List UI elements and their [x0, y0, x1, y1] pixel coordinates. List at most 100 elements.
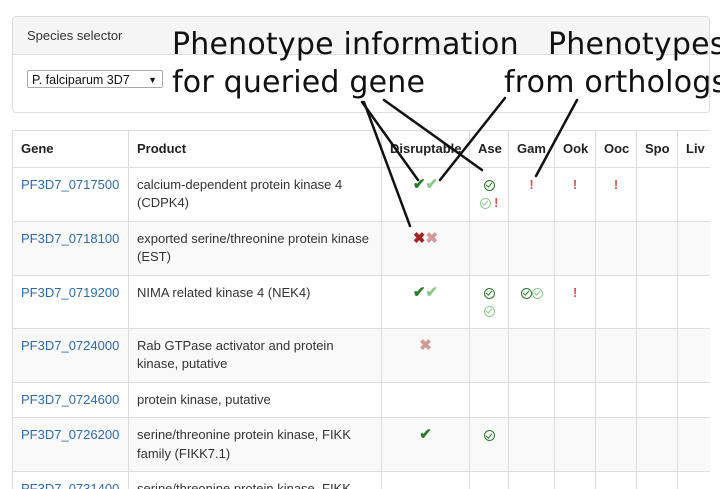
product-cell: serine/threonine protein kinase, FIKK fa…	[128, 417, 382, 472]
exclamation-icon: !	[613, 176, 619, 192]
liv-cell	[677, 417, 710, 472]
gene-cell: PF3D7_0719200	[12, 274, 129, 329]
cross-light-icon: ✖	[425, 229, 439, 247]
gam-cell	[508, 274, 555, 329]
column-header-gene[interactable]: Gene	[12, 130, 129, 168]
exclamation-icon: !	[529, 176, 534, 192]
liv-cell	[677, 274, 710, 329]
spo-cell	[636, 381, 678, 418]
product-cell: serine/threonine protein kinase, FIKK	[128, 471, 382, 489]
column-header-spo[interactable]: Spo	[636, 130, 678, 168]
table-row: PF3D7_0719200 NIMA related kinase 4 (NEK…	[12, 274, 710, 329]
column-header-ooc[interactable]: Ooc	[595, 130, 637, 168]
ook-cell	[554, 327, 596, 383]
ase-cell	[469, 381, 509, 418]
table-row: PF3D7_0731400 serine/threonine protein k…	[12, 471, 710, 489]
spo-cell	[636, 220, 678, 276]
table-row: PF3D7_0717500 calcium-dependent protein …	[12, 166, 710, 222]
annotation-left-line2: for queried gene	[172, 65, 426, 100]
gam-cell: !	[508, 166, 555, 222]
column-header-ook[interactable]: Ook	[554, 130, 596, 168]
check-light-icon: ✔	[425, 283, 439, 301]
table-row: PF3D7_0724000 Rab GTPase activator and p…	[12, 327, 710, 383]
disruptable-cell	[381, 381, 470, 418]
spo-cell	[636, 417, 678, 472]
gam-cell	[508, 220, 555, 276]
spo-cell	[636, 327, 678, 383]
ooc-cell	[595, 327, 637, 383]
disruptable-cell: ✖✖	[381, 220, 470, 276]
column-header-disruptable[interactable]: Disruptable	[381, 130, 470, 168]
cross-dark-icon: ✖	[412, 229, 426, 247]
liv-cell	[677, 166, 710, 222]
check-dark-icon: ✔	[419, 426, 432, 443]
gene-link[interactable]: PF3D7_0724000	[21, 338, 119, 353]
circle-check-icon	[483, 287, 495, 299]
circle-check-light-icon	[479, 197, 491, 209]
ooc-cell	[595, 381, 637, 418]
ook-cell	[554, 417, 596, 472]
gam-cell	[508, 327, 555, 383]
check-light-icon: ✔	[425, 175, 439, 193]
liv-cell	[677, 381, 710, 418]
species-select[interactable]: P. falciparum 3D7 ▼	[27, 70, 163, 88]
exclamation-icon: !	[494, 194, 499, 210]
ook-cell: !	[554, 274, 596, 329]
exclamation-icon: !	[572, 284, 578, 300]
liv-cell	[677, 220, 710, 276]
table-row: PF3D7_0726200 serine/threonine protein k…	[12, 417, 710, 472]
gene-link[interactable]: PF3D7_0726200	[21, 427, 119, 442]
gene-cell: PF3D7_0726200	[12, 417, 129, 472]
disruptable-cell: ✔	[381, 417, 470, 472]
annotation-left-line1: Phenotype information	[172, 27, 519, 62]
ook-cell	[554, 471, 596, 489]
chevron-down-icon: ▼	[148, 75, 157, 85]
column-header-product[interactable]: Product	[128, 130, 382, 168]
ase-cell	[469, 274, 509, 329]
table-row: PF3D7_0718100 exported serine/threonine …	[12, 220, 710, 276]
gene-table-container: Gene Product Disruptable Ase Gam Ook Ooc…	[12, 130, 710, 489]
disruptable-cell: ✔✔	[381, 274, 470, 329]
gene-table: Gene Product Disruptable Ase Gam Ook Ooc…	[12, 130, 710, 489]
table-row: PF3D7_0724600 protein kinase, putative	[12, 381, 710, 418]
gene-link[interactable]: PF3D7_0718100	[21, 231, 119, 246]
ase-cell	[469, 327, 509, 383]
table-header-row: Gene Product Disruptable Ase Gam Ook Ooc…	[12, 130, 710, 168]
ooc-cell	[595, 274, 637, 329]
column-header-ase[interactable]: Ase	[469, 130, 509, 168]
gam-cell	[508, 471, 555, 489]
ook-cell	[554, 220, 596, 276]
spo-cell	[636, 274, 678, 329]
product-cell: protein kinase, putative	[128, 381, 382, 418]
circle-check-light-icon	[531, 287, 543, 299]
product-cell: NIMA related kinase 4 (NEK4)	[128, 274, 382, 329]
disruptable-cell: ✖	[381, 327, 470, 383]
ooc-cell: !	[595, 166, 637, 222]
ase-cell	[469, 471, 509, 489]
ase-cell: !	[469, 166, 509, 222]
annotation-right-line2: from orthologs	[504, 65, 720, 100]
species-select-value: P. falciparum 3D7	[32, 73, 130, 87]
column-header-gam[interactable]: Gam	[508, 130, 555, 168]
gam-cell	[508, 417, 555, 472]
circle-check-icon	[520, 287, 532, 299]
check-dark-icon: ✔	[412, 175, 426, 193]
circle-check-light-icon	[483, 305, 495, 317]
gene-link[interactable]: PF3D7_0724600	[21, 392, 119, 407]
cross-light-icon: ✖	[419, 336, 432, 354]
disruptable-cell	[381, 471, 470, 489]
gene-cell: PF3D7_0717500	[12, 166, 129, 222]
gene-link[interactable]: PF3D7_0717500	[21, 177, 119, 192]
ooc-cell	[595, 471, 637, 489]
ooc-cell	[595, 220, 637, 276]
gene-cell: PF3D7_0724000	[12, 327, 129, 383]
circle-check-icon	[483, 430, 495, 442]
column-header-liv[interactable]: Liv	[677, 130, 710, 168]
disruptable-cell: ✔✔	[381, 166, 470, 222]
gene-link[interactable]: PF3D7_0731400	[21, 481, 119, 489]
ook-cell	[554, 381, 596, 418]
gene-link[interactable]: PF3D7_0719200	[21, 285, 119, 300]
liv-cell	[677, 471, 710, 489]
ook-cell: !	[554, 166, 596, 222]
spo-cell	[636, 471, 678, 489]
